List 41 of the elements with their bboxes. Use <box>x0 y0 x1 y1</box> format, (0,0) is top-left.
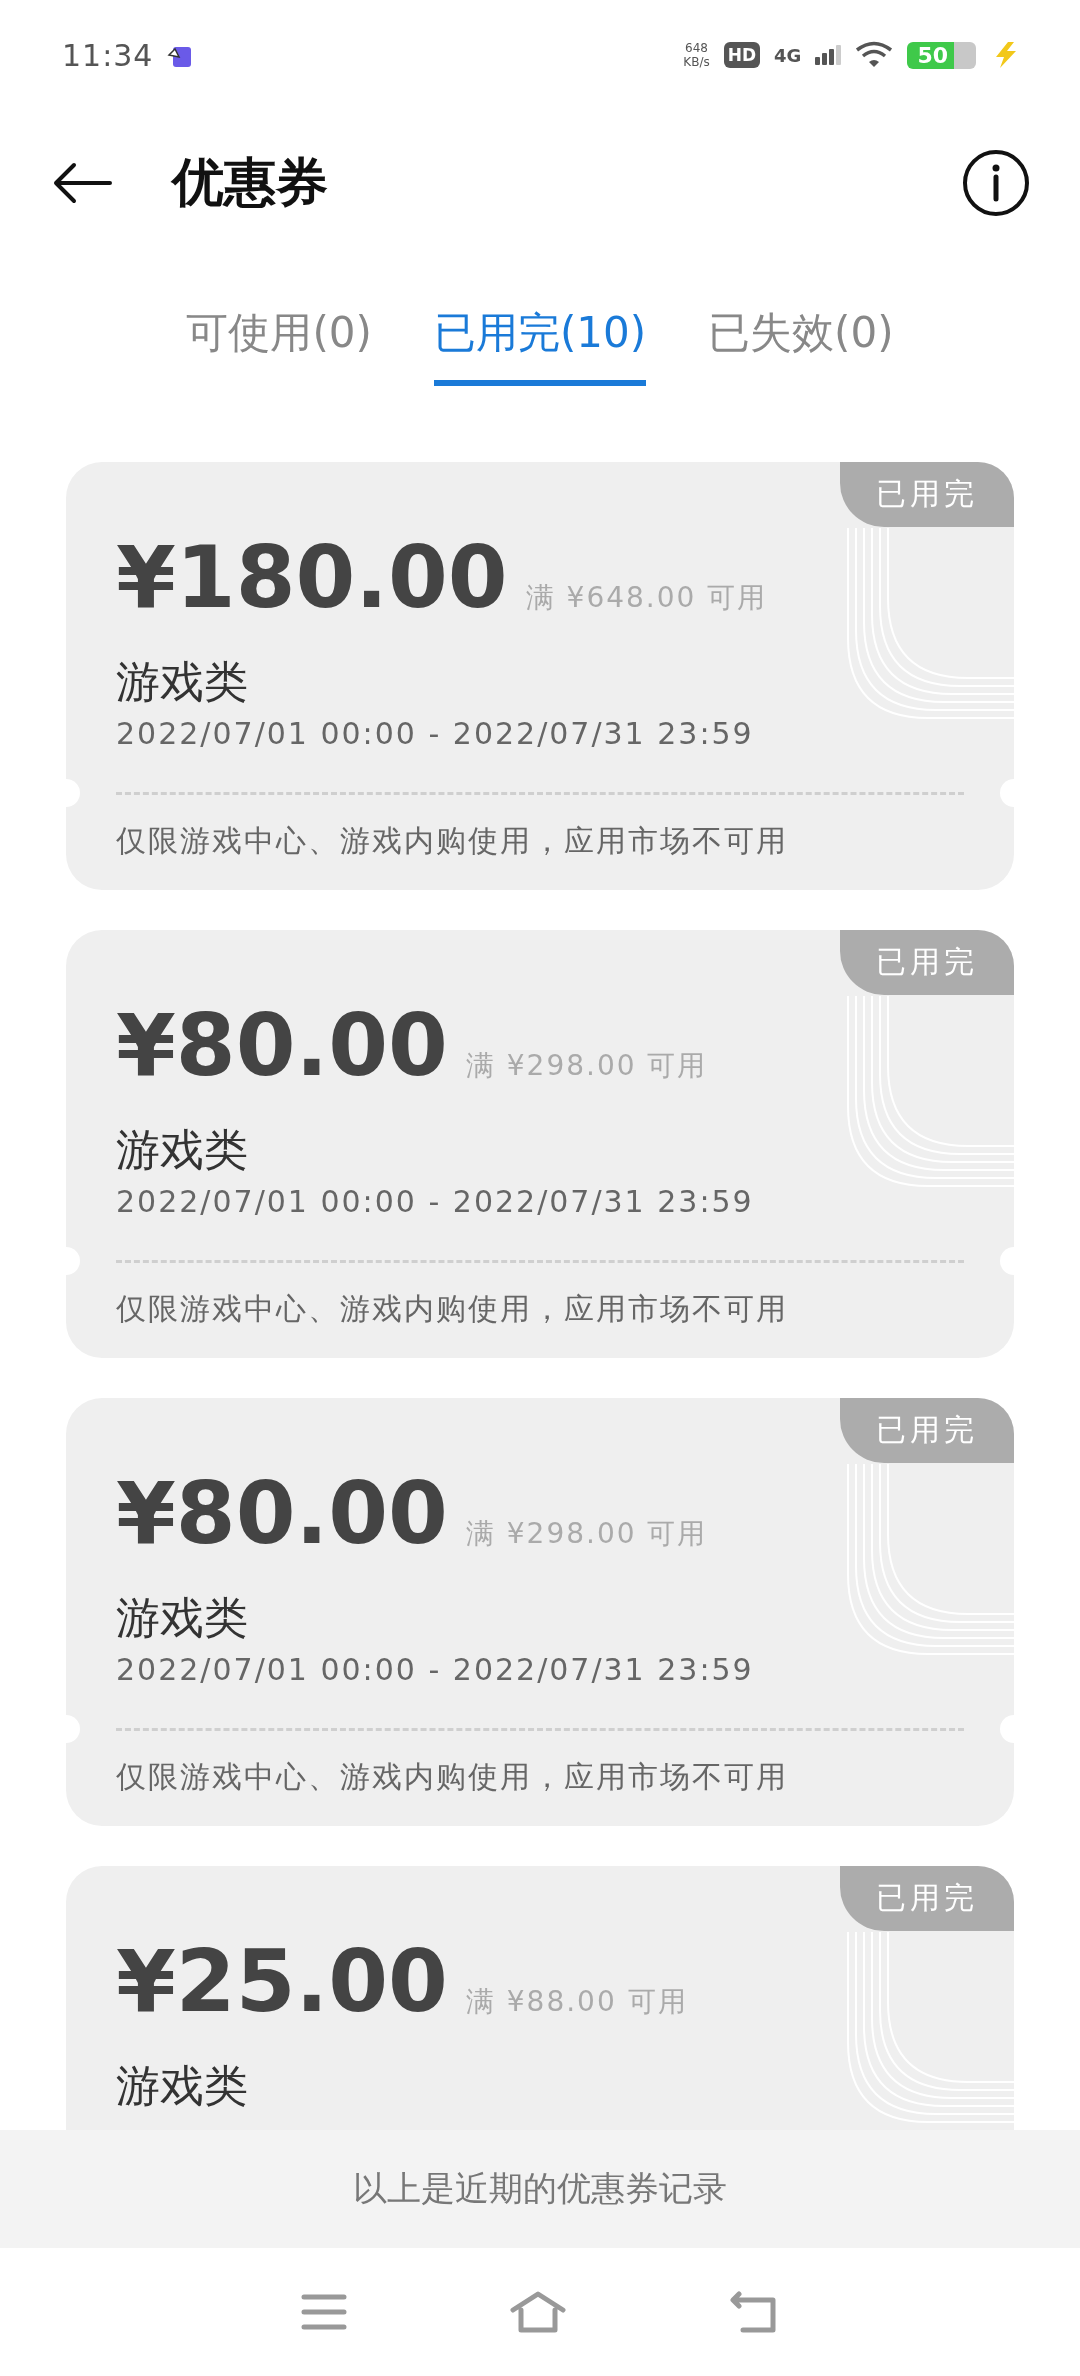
usage-note: 仅限游戏中心、游戏内购使用，应用市场不可用 <box>116 822 789 860</box>
home-icon <box>509 2290 567 2334</box>
validity-period: 2022/07/01 00:00 - 2022/07/31 23:59 <box>116 715 755 753</box>
coupon-amount: ¥25.00 <box>116 1936 448 2026</box>
footer-text: 以上是近期的优惠券记录 <box>353 2167 727 2210</box>
tab[interactable]: 已失效(0) <box>708 286 894 386</box>
used-up-stamp: 已用完 <box>840 1866 1014 1931</box>
used-up-stamp: 已用完 <box>840 930 1014 995</box>
coupon-amount: ¥180.00 <box>116 532 508 622</box>
coupon-condition: 满 ¥648.00 可用 <box>525 580 768 616</box>
network-type: 4G <box>774 44 802 66</box>
back-arrow-icon <box>52 161 112 205</box>
back-nav-icon <box>729 2290 779 2334</box>
info-button[interactable] <box>962 149 1030 217</box>
coupon-category: 游戏类 <box>116 1591 249 1645</box>
validity-period: 2022/07/01 00:00 - 2022/07/31 23:59 <box>116 1183 755 1221</box>
coupon-condition: 满 ¥88.00 可用 <box>465 1984 688 2020</box>
info-icon <box>962 149 1030 217</box>
usage-note: 仅限游戏中心、游戏内购使用，应用市场不可用 <box>116 1290 789 1328</box>
tab[interactable]: 已用完(10) <box>433 286 647 386</box>
coupon-category: 游戏类 <box>116 1123 249 1177</box>
status-time: 11:34 <box>62 37 154 73</box>
network-speed: 648 KB/s <box>683 41 710 69</box>
signal-icon <box>815 45 842 65</box>
wifi-icon <box>855 41 894 69</box>
coupon-amount: ¥80.00 <box>116 1000 448 1090</box>
validity-period: 2022/07/01 00:00 - 2022/07/31 23:59 <box>116 1651 755 1689</box>
battery-indicator: 50 <box>907 41 976 69</box>
used-up-stamp: 已用完 <box>840 462 1014 527</box>
used-up-stamp: 已用完 <box>840 1398 1014 1463</box>
coupon-category: 游戏类 <box>116 2059 249 2113</box>
hd-badge: HD <box>723 42 761 68</box>
page-title: 优惠券 <box>172 151 328 214</box>
back-button[interactable] <box>52 161 112 205</box>
coupon-condition: 满 ¥298.00 可用 <box>465 1516 708 1552</box>
coupon-category: 游戏类 <box>116 655 249 709</box>
menu-icon <box>301 2293 347 2331</box>
usage-note: 仅限游戏中心、游戏内购使用，应用市场不可用 <box>116 1758 789 1796</box>
coupon-condition: 满 ¥298.00 可用 <box>465 1048 708 1084</box>
tab[interactable]: 可使用(0) <box>186 286 372 386</box>
coupon-amount: ¥80.00 <box>116 1468 448 1558</box>
